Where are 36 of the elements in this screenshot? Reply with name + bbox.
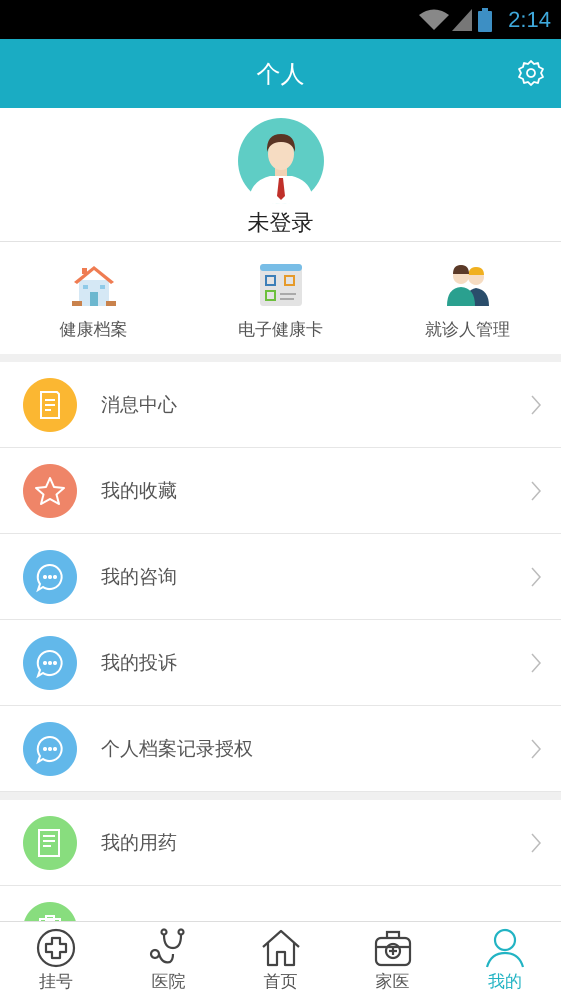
settings-icon[interactable] [517, 59, 545, 87]
menu-row[interactable]: 我的咨询 [0, 534, 561, 620]
user-name: 未登录 [248, 210, 314, 238]
signal-icon [452, 8, 472, 30]
chevron-right-icon [531, 394, 541, 414]
shortcut-item[interactable]: 就诊人管理 [374, 242, 561, 354]
tab-item[interactable]: 医院 [112, 922, 224, 999]
menu-label: 我的收藏 [101, 478, 178, 504]
menu-label: 我的咨询 [101, 564, 178, 590]
clock-time: 2:14 [508, 6, 551, 32]
battery-icon [478, 8, 492, 32]
menu-row[interactable]: 消息中心 [0, 362, 561, 448]
tab-item[interactable]: 家医 [336, 922, 449, 999]
tab-item[interactable]: 挂号 [0, 922, 112, 999]
tab-item[interactable]: 首页 [224, 922, 337, 999]
menu-label: 消息中心 [101, 392, 178, 418]
page-title: 个人 [256, 58, 304, 90]
kit-icon [372, 928, 413, 968]
wifi-icon [418, 8, 450, 32]
menu-row[interactable]: 我的投诉 [0, 620, 561, 706]
shortcut-item[interactable]: 电子健康卡 [187, 242, 374, 354]
chevron-right-icon [531, 738, 541, 758]
menu-row[interactable]: 个人档案记录授权 [0, 706, 561, 792]
chevron-right-icon [531, 832, 541, 852]
menu-label: 个人档案记录授权 [101, 736, 254, 762]
chevron-right-icon [531, 566, 541, 586]
menu-row[interactable]: 我的收藏 [0, 448, 561, 534]
menu-label: 我的投诉 [101, 650, 178, 676]
plus-icon [36, 928, 76, 968]
chevron-right-icon [531, 652, 541, 672]
chevron-right-icon [531, 480, 541, 500]
home-icon [260, 928, 300, 968]
menu-label: 我的用药 [101, 830, 178, 856]
avatar-icon[interactable] [238, 118, 324, 204]
shortcut-item[interactable]: 健康档案 [0, 242, 187, 354]
person-icon [484, 928, 525, 968]
